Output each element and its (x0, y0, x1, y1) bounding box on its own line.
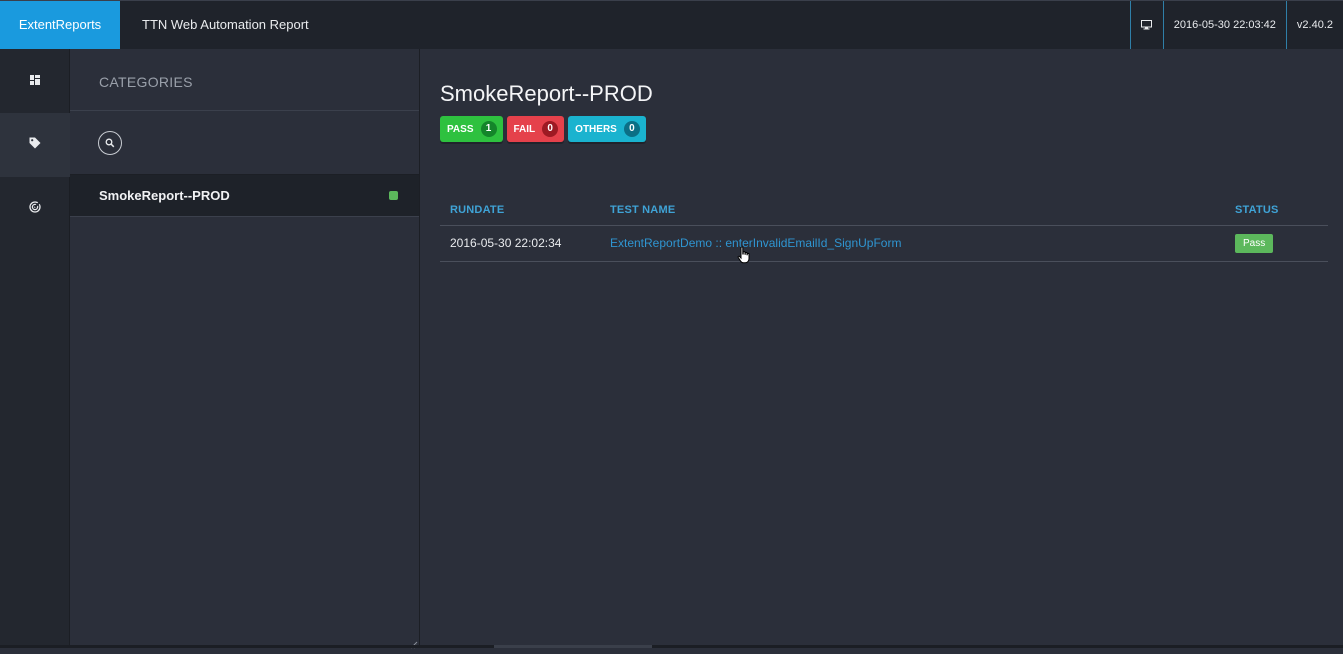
hand-cursor-icon (737, 246, 751, 269)
row-rundate: 2016-05-30 22:02:34 (440, 225, 600, 262)
radar-icon (29, 200, 41, 218)
others-badge-label: OTHERS (575, 123, 617, 135)
top-right-info: 2016-05-30 22:03:42 v2.40.2 (1129, 1, 1343, 49)
category-title: SmokeReport--PROD (440, 81, 653, 106)
status-badge: Pass (1235, 233, 1274, 253)
category-status-dot (389, 191, 398, 200)
tag-icon (29, 136, 41, 154)
nav-dashboard[interactable] (0, 49, 70, 113)
fail-count: 0 (542, 121, 559, 137)
table-header-row: RUNDATE TEST NAME STATUS (440, 195, 1328, 226)
resize-grip-icon[interactable] (410, 636, 418, 649)
col-rundate: RUNDATE (440, 195, 600, 226)
tests-table: RUNDATE TEST NAME STATUS 2016-05-30 22:0… (440, 195, 1328, 262)
row-test-name-cell: ExtentReportDemo :: enterInvalidEmailId_… (600, 225, 1225, 262)
version-label: v2.40.2 (1285, 1, 1343, 49)
nav-analysis[interactable] (0, 177, 70, 241)
nav-categories[interactable] (0, 113, 70, 177)
status-badges: PASS 1 FAIL 0 OTHERS 0 (440, 116, 646, 142)
monitor-icon[interactable] (1129, 1, 1163, 49)
others-count: 0 (623, 121, 640, 137)
report-title: TTN Web Automation Report (142, 17, 309, 32)
categories-heading: CATEGORIES (70, 49, 419, 111)
pass-badge-label: PASS (447, 123, 474, 135)
pass-count: 1 (480, 121, 497, 137)
others-badge: OTHERS 0 (568, 116, 646, 142)
top-bar: ExtentReports TTN Web Automation Report … (0, 0, 1343, 49)
category-item[interactable]: SmokeReport--PROD (70, 175, 419, 217)
col-status: STATUS (1225, 195, 1328, 226)
col-test-name: TEST NAME (600, 195, 1225, 226)
search-icon[interactable] (98, 130, 122, 155)
table-row: 2016-05-30 22:02:34 ExtentReportDemo :: … (440, 225, 1328, 262)
dashboard-icon (30, 72, 40, 90)
categories-panel: CATEGORIES SmokeReport--PROD (70, 49, 420, 649)
row-status-cell: Pass (1225, 225, 1328, 262)
category-item-label: SmokeReport--PROD (99, 188, 230, 203)
brand-logo[interactable]: ExtentReports (0, 1, 120, 49)
test-name-link[interactable]: ExtentReportDemo :: enterInvalidEmailId_… (610, 236, 901, 250)
pass-badge: PASS 1 (440, 116, 503, 142)
category-search (70, 111, 419, 175)
fail-badge-label: FAIL (513, 123, 536, 135)
side-nav (0, 49, 70, 648)
fail-badge: FAIL 0 (506, 116, 565, 142)
main-content: SmokeReport--PROD PASS 1 FAIL 0 OTHERS 0… (420, 49, 1343, 645)
report-datetime: 2016-05-30 22:03:42 (1162, 1, 1286, 49)
